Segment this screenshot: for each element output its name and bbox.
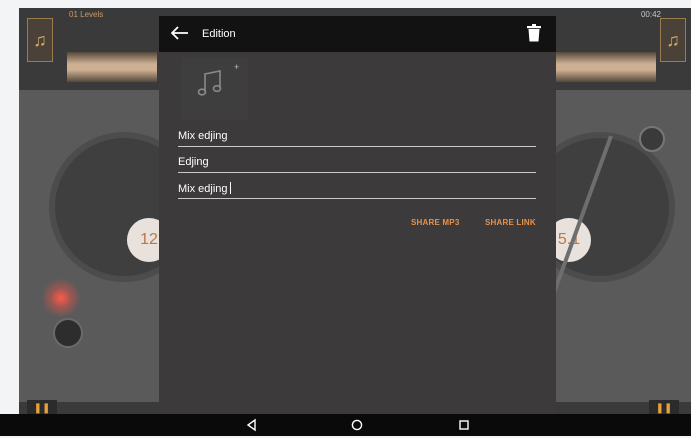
dialog-header: Edition: [159, 16, 556, 52]
add-cover-icon: +: [234, 62, 240, 72]
right-waveform: [556, 52, 656, 82]
triangle-back-icon[interactable]: [244, 417, 260, 433]
album-field[interactable]: Mix edjing: [178, 180, 536, 199]
left-pitch-knob[interactable]: [53, 318, 83, 348]
left-waveform: [67, 52, 157, 82]
arrow-left-icon[interactable]: [170, 26, 191, 42]
system-nav-bar: [0, 414, 691, 436]
album-field-container: Mix edjing: [178, 182, 231, 195]
share-link-button[interactable]: SHARE LINK: [485, 218, 536, 227]
left-bpm-value: 12: [140, 231, 158, 248]
dialog-title: Edition: [202, 28, 236, 40]
edition-dialog: Edition + Mix edjing Edjing Mix edjing S…: [159, 16, 556, 422]
square-recents-icon[interactable]: [456, 417, 472, 433]
title-field[interactable]: Mix edjing: [178, 128, 536, 147]
circle-home-icon[interactable]: [349, 417, 365, 433]
cover-art-button[interactable]: +: [182, 58, 248, 120]
track-time: 00:42: [640, 10, 661, 19]
tonearm-base: [639, 126, 665, 152]
left-cue-light: [41, 278, 81, 318]
right-music-library-button[interactable]: ♫: [660, 18, 686, 62]
title-field-value: Mix edjing: [178, 130, 228, 142]
trash-icon[interactable]: [527, 24, 541, 42]
track-title: 01 Levels: [69, 10, 104, 19]
share-mp3-button[interactable]: SHARE MP3: [411, 218, 459, 227]
app-screen: 01 Levels 00:42 ♫ ♫ 12 5.1 ❚❚ ❚❚ Edition: [19, 8, 691, 436]
text-caret: [229, 182, 231, 194]
music-note-icon: [196, 68, 224, 98]
album-field-value: Mix edjing: [178, 183, 228, 195]
artist-field[interactable]: Edjing: [178, 154, 536, 173]
left-music-library-button[interactable]: ♫: [27, 18, 53, 62]
artist-field-value: Edjing: [178, 156, 209, 168]
